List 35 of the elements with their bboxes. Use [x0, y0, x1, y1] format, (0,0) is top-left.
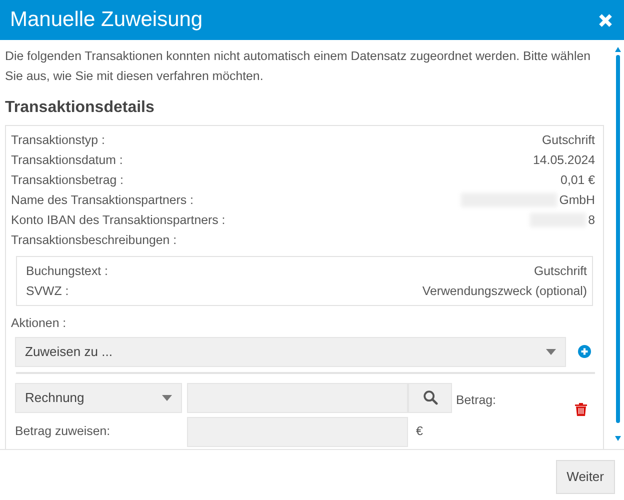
scrollbar[interactable]: [615, 46, 621, 442]
search-field[interactable]: [187, 382, 408, 413]
detail-value: Gutschrift: [542, 132, 595, 149]
amount-label: Betrag:: [456, 392, 496, 409]
caret-icon: [546, 348, 556, 355]
description-label: SVWZ :: [26, 283, 69, 300]
trash-icon[interactable]: [575, 402, 587, 416]
currency-label: €: [416, 423, 423, 440]
close-icon[interactable]: [597, 12, 614, 28]
intro-text: Die folgenden Transaktionen konnten nicht automatisch einem Datensatz zugeordnet werden. Bitte wählen Sie aus, wie Sie mit diesen verfahren möchten.: [5, 48, 592, 85]
assign-select[interactable]: Zuweisen zu ...: [15, 336, 566, 367]
detail-value: 0,01 €: [560, 172, 595, 189]
detail-label: Transaktionsbetrag :: [11, 172, 124, 189]
section-title: Transaktionsdetails: [5, 98, 156, 118]
actions-label: Aktionen :: [11, 315, 68, 332]
detail-label: Transaktionstyp :: [11, 132, 105, 149]
description-value: Gutschrift: [534, 263, 587, 280]
caret-icon: [162, 394, 172, 401]
description-value: Verwendungszweck (optional): [422, 283, 587, 300]
search-icon: [422, 390, 438, 406]
detail-label: Name des Transaktionspartners :: [11, 192, 194, 209]
dialog-title: Manuelle Zuweisung: [10, 7, 203, 33]
detail-label: Transaktionsdatum :: [11, 152, 123, 169]
next-button[interactable]: Weiter: [556, 460, 615, 494]
detail-value: 14.05.2024: [532, 152, 595, 169]
detail-label: Konto IBAN des Transaktionspartners :: [11, 212, 226, 229]
search-button[interactable]: [408, 382, 452, 413]
add-icon[interactable]: [578, 345, 591, 358]
assign-amount-label: Betrag zuweisen:: [15, 423, 112, 440]
description-label: Buchungstext :: [26, 263, 108, 280]
detail-label: Transaktionsbeschreibungen :: [11, 232, 177, 249]
type-select[interactable]: Rechnung: [15, 382, 182, 413]
amount-field[interactable]: [187, 416, 408, 447]
detail-value: 8: [588, 212, 595, 229]
detail-value: GmbH: [559, 192, 595, 209]
